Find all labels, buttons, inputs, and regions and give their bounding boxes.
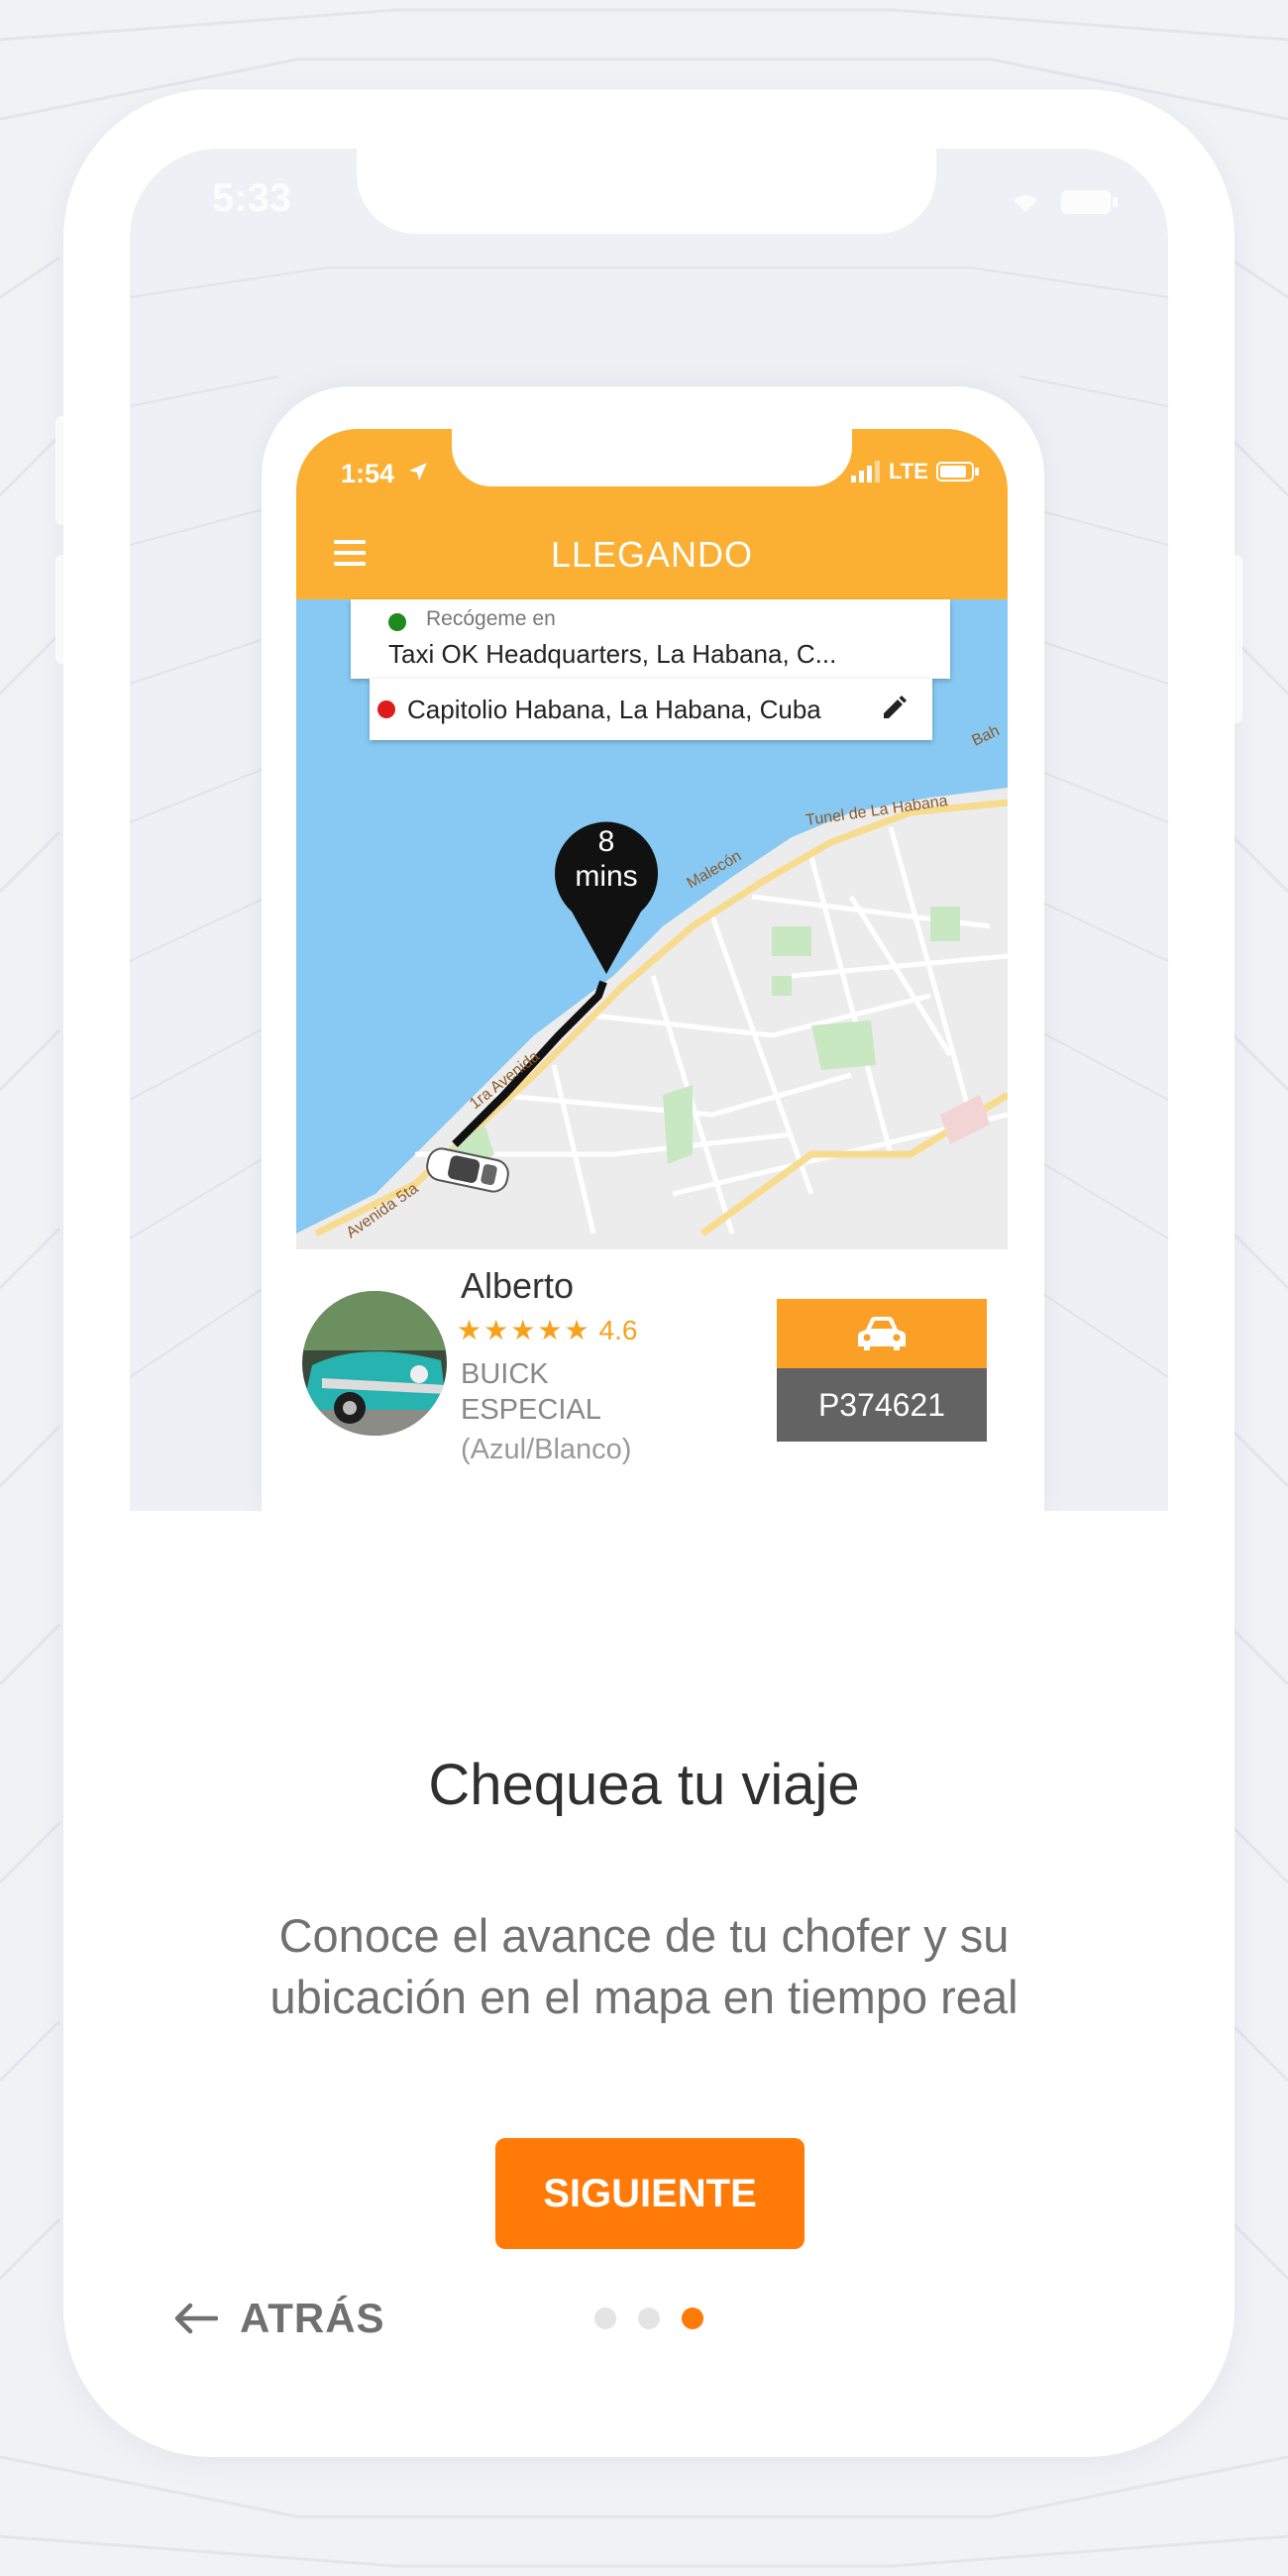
onboarding-description: ubicación en el mapa en tiempo real xyxy=(269,1971,1019,2023)
back-button[interactable]: ATRÁS xyxy=(174,2295,385,2342)
driver-name: Alberto xyxy=(461,1265,575,1306)
star-icon: ★ xyxy=(537,1315,563,1345)
destination-card[interactable]: Capitolio Habana, La Habana, Cuba xyxy=(370,679,932,740)
car-marker-icon xyxy=(426,1147,509,1193)
onboarding-description: Conoce el avance de tu chofer y su xyxy=(278,1909,1010,1962)
star-icon: ★ xyxy=(483,1315,509,1345)
page-dot[interactable] xyxy=(638,2308,660,2329)
destination-address: Capitolio Habana, La Habana, Cuba xyxy=(407,695,821,724)
car-model: BUICK xyxy=(461,1358,549,1390)
plate-header xyxy=(777,1299,987,1368)
car-color: (Azul/Blanco) xyxy=(461,1434,632,1465)
app-title: LLEGANDO xyxy=(550,534,754,575)
pickup-card[interactable]: Recógeme en Taxi OK Headquarters, La Hab… xyxy=(351,599,950,679)
page-dot[interactable] xyxy=(594,2308,616,2329)
page-dot-active[interactable] xyxy=(682,2308,703,2329)
star-icon: ★ xyxy=(564,1315,590,1345)
plate-box: P374621 xyxy=(777,1299,987,1442)
pickup-label: Recógeme en xyxy=(426,607,556,630)
star-icon: ★ xyxy=(457,1315,483,1345)
battery-icon xyxy=(935,462,979,482)
driver-avatar xyxy=(302,1291,447,1436)
outer-status-time: 5:33 xyxy=(212,176,292,220)
network-type: LTE xyxy=(889,459,928,483)
back-label: ATRÁS xyxy=(240,2295,385,2341)
app-notch xyxy=(452,429,852,486)
onboarding-title: Chequea tu viaje xyxy=(428,1753,860,1817)
pickup-dot xyxy=(388,613,406,631)
eta-unit: mins xyxy=(575,860,638,893)
next-button[interactable]: SIGUIENTE xyxy=(495,2138,805,2249)
eta-value: 8 xyxy=(597,825,615,858)
signal-icon xyxy=(851,461,880,483)
location-arrow-icon xyxy=(409,463,427,481)
driver-rating: ★ ★ ★ ★ ★ 4.6 xyxy=(457,1315,637,1346)
plate-number: P374621 xyxy=(777,1368,987,1442)
car-model-variant: ESPECIAL xyxy=(461,1394,601,1426)
car-icon xyxy=(858,1317,906,1350)
destination-dot xyxy=(377,700,395,718)
arrow-left-icon xyxy=(174,2303,218,2334)
status-indicators: LTE xyxy=(851,459,980,484)
device-notch xyxy=(357,149,936,234)
page-indicator xyxy=(594,2308,703,2329)
driver-panel: Alberto ★ ★ ★ ★ ★ 4.6 BUICK ESPECIAL (Az… xyxy=(296,1249,1008,1511)
pickup-address: Taxi OK Headquarters, La Habana, C... xyxy=(388,639,837,669)
app-preview-screen: 1:54 LTE LLEGANDO Tunel de La Habana Mal… xyxy=(296,429,1008,1511)
status-time: 1:54 xyxy=(341,459,395,488)
pencil-icon[interactable] xyxy=(880,695,908,722)
star-icon: ★ xyxy=(510,1315,536,1345)
rating-value: 4.6 xyxy=(598,1315,638,1345)
outer-status-icons xyxy=(1014,190,1118,214)
